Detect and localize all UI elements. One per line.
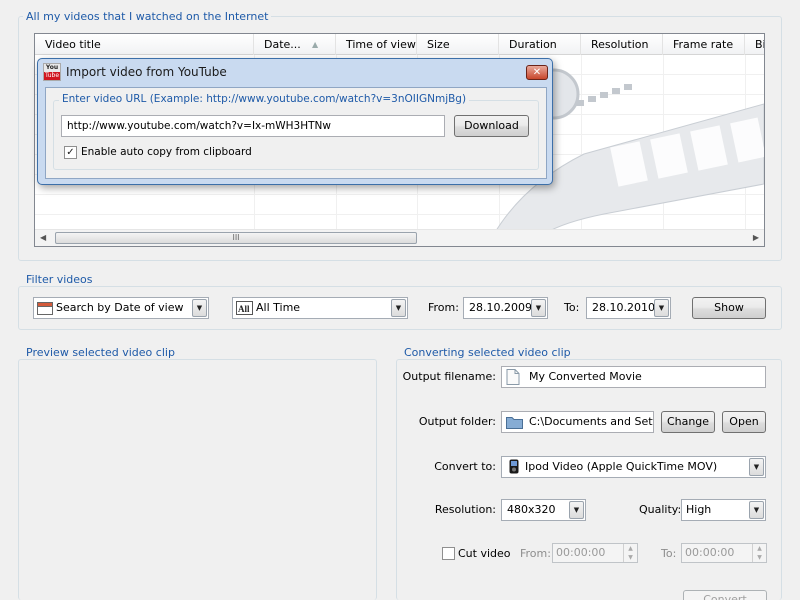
url-label: Enter video URL (Example: http://www.you…: [59, 93, 470, 105]
chevron-down-icon[interactable]: ▼: [749, 458, 764, 476]
search-mode-select[interactable]: Search by Date of view ▼: [33, 297, 209, 319]
convert-button[interactable]: Convert: [683, 590, 767, 600]
column-header-bitrate[interactable]: Bi: [745, 34, 764, 55]
file-icon: [506, 369, 520, 385]
filter-group-title: Filter videos: [23, 273, 96, 286]
sort-ascending-icon: ▲: [312, 40, 319, 49]
scrollbar-grip: III: [232, 233, 240, 242]
auto-copy-checkbox[interactable]: ✓: [64, 146, 77, 159]
folder-icon: [506, 417, 523, 429]
output-filename-field[interactable]: My Converted Movie: [501, 366, 766, 388]
videos-group-title: All my videos that I watched on the Inte…: [23, 10, 272, 23]
chevron-down-icon[interactable]: ▼: [391, 299, 406, 317]
ipod-icon: [509, 459, 519, 474]
output-filename-value: My Converted Movie: [529, 370, 642, 383]
column-header-resolution[interactable]: Resolution: [581, 34, 663, 55]
scrollbar-thumb[interactable]: III: [55, 232, 417, 244]
dialog-title: Import video from YouTube: [66, 65, 227, 79]
download-button[interactable]: Download: [454, 115, 529, 137]
scroll-right-icon[interactable]: ▶: [753, 233, 759, 242]
to-date-picker[interactable]: 28.10.2010 ▼: [586, 297, 671, 319]
period-select[interactable]: All All Time ▼: [232, 297, 408, 319]
quality-select[interactable]: High ▼: [681, 499, 766, 521]
column-header-frame-rate[interactable]: Frame rate: [663, 34, 745, 55]
column-header-size[interactable]: Size: [417, 34, 499, 55]
scroll-left-icon[interactable]: ◀: [40, 233, 46, 242]
all-items-icon: All: [236, 301, 253, 315]
chevron-down-icon[interactable]: ▼: [569, 501, 584, 519]
column-header-date-label: Date...: [264, 38, 301, 51]
auto-copy-label[interactable]: Enable auto copy from clipboard: [81, 146, 252, 158]
open-folder-button[interactable]: Open: [722, 411, 766, 433]
preview-group: [18, 359, 377, 600]
quality-label: Quality:: [639, 503, 682, 516]
convert-format-select[interactable]: Ipod Video (Apple QuickTime MOV) ▼: [501, 456, 766, 478]
output-folder-value: C:\Documents and Settir: [529, 415, 654, 428]
video-url-input[interactable]: http://www.youtube.com/watch?v=Ix-mWH3HT…: [61, 115, 445, 137]
quality-value: High: [686, 503, 712, 516]
column-header-duration[interactable]: Duration: [499, 34, 581, 55]
output-folder-label: Output folder:: [418, 415, 496, 428]
cut-from-spinner[interactable]: ▲ ▼: [623, 544, 637, 562]
resolution-select[interactable]: 480x320 ▼: [501, 499, 586, 521]
cut-from-label: From:: [520, 547, 551, 560]
resolution-label: Resolution:: [434, 503, 496, 516]
cut-to-label: To:: [661, 547, 677, 560]
chevron-down-icon[interactable]: ▼: [192, 299, 207, 317]
period-value: All Time: [256, 301, 301, 314]
import-youtube-dialog: You Tube Import video from YouTube ✕ Ent…: [37, 58, 553, 185]
close-button[interactable]: ✕: [526, 65, 548, 80]
search-mode-value: Search by Date of view: [56, 301, 184, 314]
close-icon: ✕: [532, 67, 542, 78]
chevron-down-icon[interactable]: ▼: [654, 299, 669, 317]
calendar-icon: [37, 302, 53, 315]
to-date-value: 28.10.2010: [592, 301, 655, 314]
from-date-picker[interactable]: 28.10.2009 ▼: [463, 297, 548, 319]
cut-to-value: 00:00:00: [685, 546, 735, 559]
video-list-header: Video title Date... ▲ Time of view Size …: [35, 34, 764, 55]
horizontal-scrollbar[interactable]: ◀ III ▶: [35, 229, 764, 246]
spin-down-icon[interactable]: ▼: [624, 553, 637, 562]
cut-from-value: 00:00:00: [556, 546, 606, 559]
from-date-value: 28.10.2009: [469, 301, 532, 314]
cut-video-checkbox[interactable]: [442, 547, 455, 560]
youtube-icon: You Tube: [43, 63, 61, 81]
column-header-video-title[interactable]: Video title: [35, 34, 254, 55]
to-date-label: To:: [564, 301, 580, 314]
cut-to-time[interactable]: 00:00:00 ▲ ▼: [681, 543, 767, 563]
preview-group-title: Preview selected video clip: [23, 346, 178, 359]
cut-to-spinner[interactable]: ▲ ▼: [752, 544, 766, 562]
youtube-icon-top: You: [45, 64, 59, 71]
resolution-value: 480x320: [507, 503, 556, 516]
from-date-label: From:: [428, 301, 459, 314]
cut-from-time[interactable]: 00:00:00 ▲ ▼: [552, 543, 638, 563]
output-filename-label: Output filename:: [402, 370, 496, 383]
column-header-time-of-view[interactable]: Time of view: [336, 34, 417, 55]
converting-group: [396, 359, 782, 600]
converting-group-title: Converting selected video clip: [401, 346, 574, 359]
convert-format-value: Ipod Video (Apple QuickTime MOV): [525, 460, 718, 473]
convert-to-label: Convert to:: [434, 460, 496, 473]
svg-text:All: All: [238, 304, 250, 314]
change-folder-button[interactable]: Change: [661, 411, 715, 433]
spin-down-icon[interactable]: ▼: [753, 553, 766, 562]
youtube-icon-bottom: Tube: [44, 72, 60, 80]
output-folder-field[interactable]: C:\Documents and Settir: [501, 411, 654, 433]
chevron-down-icon[interactable]: ▼: [749, 501, 764, 519]
show-button[interactable]: Show: [692, 297, 766, 319]
dialog-body: Enter video URL (Example: http://www.you…: [45, 87, 547, 179]
spin-up-icon[interactable]: ▲: [624, 544, 637, 553]
cut-video-label[interactable]: Cut video: [458, 547, 511, 560]
chevron-down-icon[interactable]: ▼: [531, 299, 546, 317]
spin-up-icon[interactable]: ▲: [753, 544, 766, 553]
column-header-date[interactable]: Date... ▲: [254, 34, 336, 55]
